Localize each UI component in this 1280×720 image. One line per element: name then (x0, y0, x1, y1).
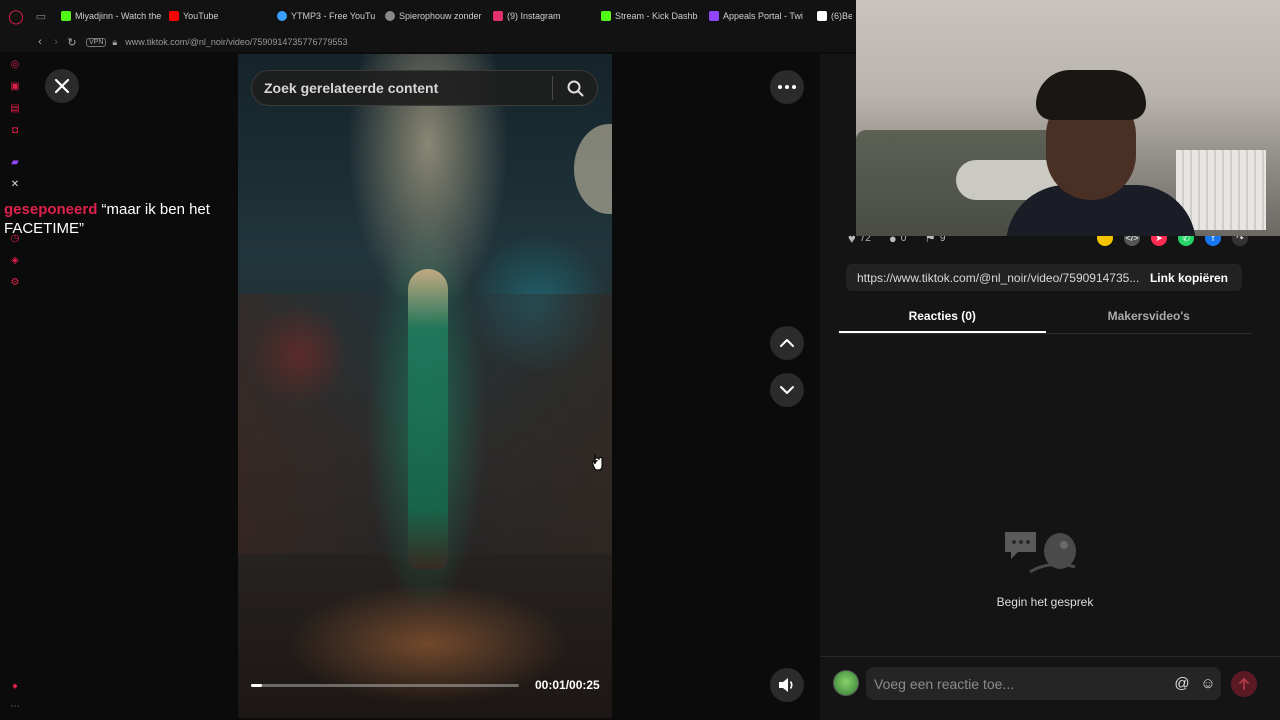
x-icon[interactable]: ✕ (9, 178, 21, 190)
lock-icon: 🔒︎ (112, 36, 118, 47)
chevron-up-icon (780, 339, 794, 347)
volume-button[interactable] (770, 668, 804, 702)
address-bar: ‹ › ↻ VPN 🔒︎ www.tiktok.com/@nl_noir/vid… (0, 32, 856, 52)
settings-icon[interactable]: ⚙ (9, 276, 21, 288)
more-icon (778, 85, 796, 89)
opera-logo-icon[interactable]: ◯ (0, 0, 32, 32)
browser-tab[interactable]: Miyadjinn - Watch the (56, 0, 164, 32)
gear-favicon-icon (385, 11, 395, 21)
like-icon[interactable]: ♥ (848, 231, 856, 246)
video-link[interactable]: https://www.tiktok.com/@nl_noir/video/75… (846, 271, 1150, 285)
search-input[interactable] (252, 71, 552, 105)
video-wall-sign (574, 124, 612, 214)
reload-icon[interactable]: ↻ (64, 36, 80, 49)
back-icon[interactable]: ‹ (32, 36, 48, 48)
webcam-person (1006, 70, 1196, 236)
empty-comments-text: Begin het gesprek (996, 595, 1094, 609)
tab-comments[interactable]: Reacties (0) (839, 304, 1046, 333)
user-avatar[interactable] (833, 670, 859, 696)
more-options-button[interactable] (770, 70, 804, 104)
arrow-up-icon (1239, 678, 1249, 690)
copy-link-button[interactable]: Link kopiëren (1150, 271, 1242, 285)
video-progress-bar[interactable] (251, 684, 519, 687)
aria-icon[interactable]: ◎ (9, 58, 21, 70)
forward-icon[interactable]: › (48, 36, 64, 48)
emoji-icon[interactable]: ☺ (1195, 675, 1221, 692)
empty-comments-icon (1005, 532, 1076, 574)
url-text[interactable]: www.tiktok.com/@nl_noir/video/7590914735… (125, 37, 347, 47)
volume-icon (779, 678, 793, 692)
tab-overview-icon[interactable]: ▭ (32, 0, 50, 32)
search-icon (567, 80, 583, 96)
extensions-icon[interactable]: ◈ (9, 254, 21, 266)
video-progress-fill (251, 684, 262, 687)
browser-tab[interactable]: Appeals Portal - Twi (704, 0, 812, 32)
next-video-button[interactable] (770, 373, 804, 407)
kick-favicon-icon (601, 11, 611, 21)
browser-tab[interactable]: YTMP3 - Free YouTu (272, 0, 380, 32)
ytmp3-favicon-icon (277, 11, 287, 21)
browser-tab[interactable]: Spierophouw zonder (380, 0, 488, 32)
tab-creator-videos[interactable]: Makersvideo's (1046, 304, 1253, 333)
browser-sidebar: ◎ ▣ ▤ ◘ ▰ ✕ ◷ ◈ ⚙ ◆ ⋯ (0, 52, 30, 720)
video-player[interactable] (238, 54, 612, 718)
kick-favicon-icon (61, 11, 71, 21)
twitch-icon[interactable]: ▰ (9, 156, 21, 168)
previous-video-button[interactable] (770, 326, 804, 360)
stream-chat-message: geseponeerd “maar ik ben het FACETIME” (4, 200, 244, 238)
send-comment-button[interactable] (1231, 671, 1257, 697)
mention-icon[interactable]: @ (1169, 675, 1195, 692)
search-button[interactable] (553, 70, 597, 106)
chat-username: geseponeerd (4, 201, 98, 218)
browser-tab-bar: ◯ ▭ Miyadjinn - Watch the YouTube YTMP3 … (0, 0, 856, 32)
close-button[interactable] (45, 69, 79, 103)
browser-tab[interactable]: (9) Instagram (488, 0, 596, 32)
mouse-cursor-icon (592, 454, 603, 471)
video-figure (408, 269, 448, 569)
comment-field: @ ☺ (866, 667, 1221, 700)
video-time: 00:01/00:25 (535, 678, 600, 692)
sidebar-settings-icon[interactable]: ◆ (9, 680, 21, 692)
more-icon[interactable]: ⋯ (9, 700, 21, 712)
panel-tabs: Reacties (0) Makersvideo's (839, 304, 1252, 334)
webcam-overlay (856, 0, 1280, 236)
close-icon (54, 78, 70, 94)
browser-tab[interactable]: Stream - Kick Dashb (596, 0, 704, 32)
copy-link-box: https://www.tiktok.com/@nl_noir/video/75… (846, 264, 1242, 291)
search-bar (251, 70, 598, 106)
messenger-icon[interactable]: ▤ (9, 102, 21, 114)
twitch-favicon-icon (709, 11, 719, 21)
comment-input[interactable] (866, 675, 1169, 692)
wallet-icon[interactable]: ▣ (9, 80, 21, 92)
youtube-favicon-icon (169, 11, 179, 21)
whatsapp-icon[interactable]: ◘ (9, 124, 21, 136)
chevron-down-icon (780, 386, 794, 394)
browser-tab[interactable]: YouTube (164, 0, 272, 32)
instagram-favicon-icon (493, 11, 503, 21)
tiktok-favicon-icon (817, 11, 827, 21)
vpn-badge[interactable]: VPN (86, 37, 107, 47)
browser-tab[interactable]: (6)Be (812, 0, 852, 32)
